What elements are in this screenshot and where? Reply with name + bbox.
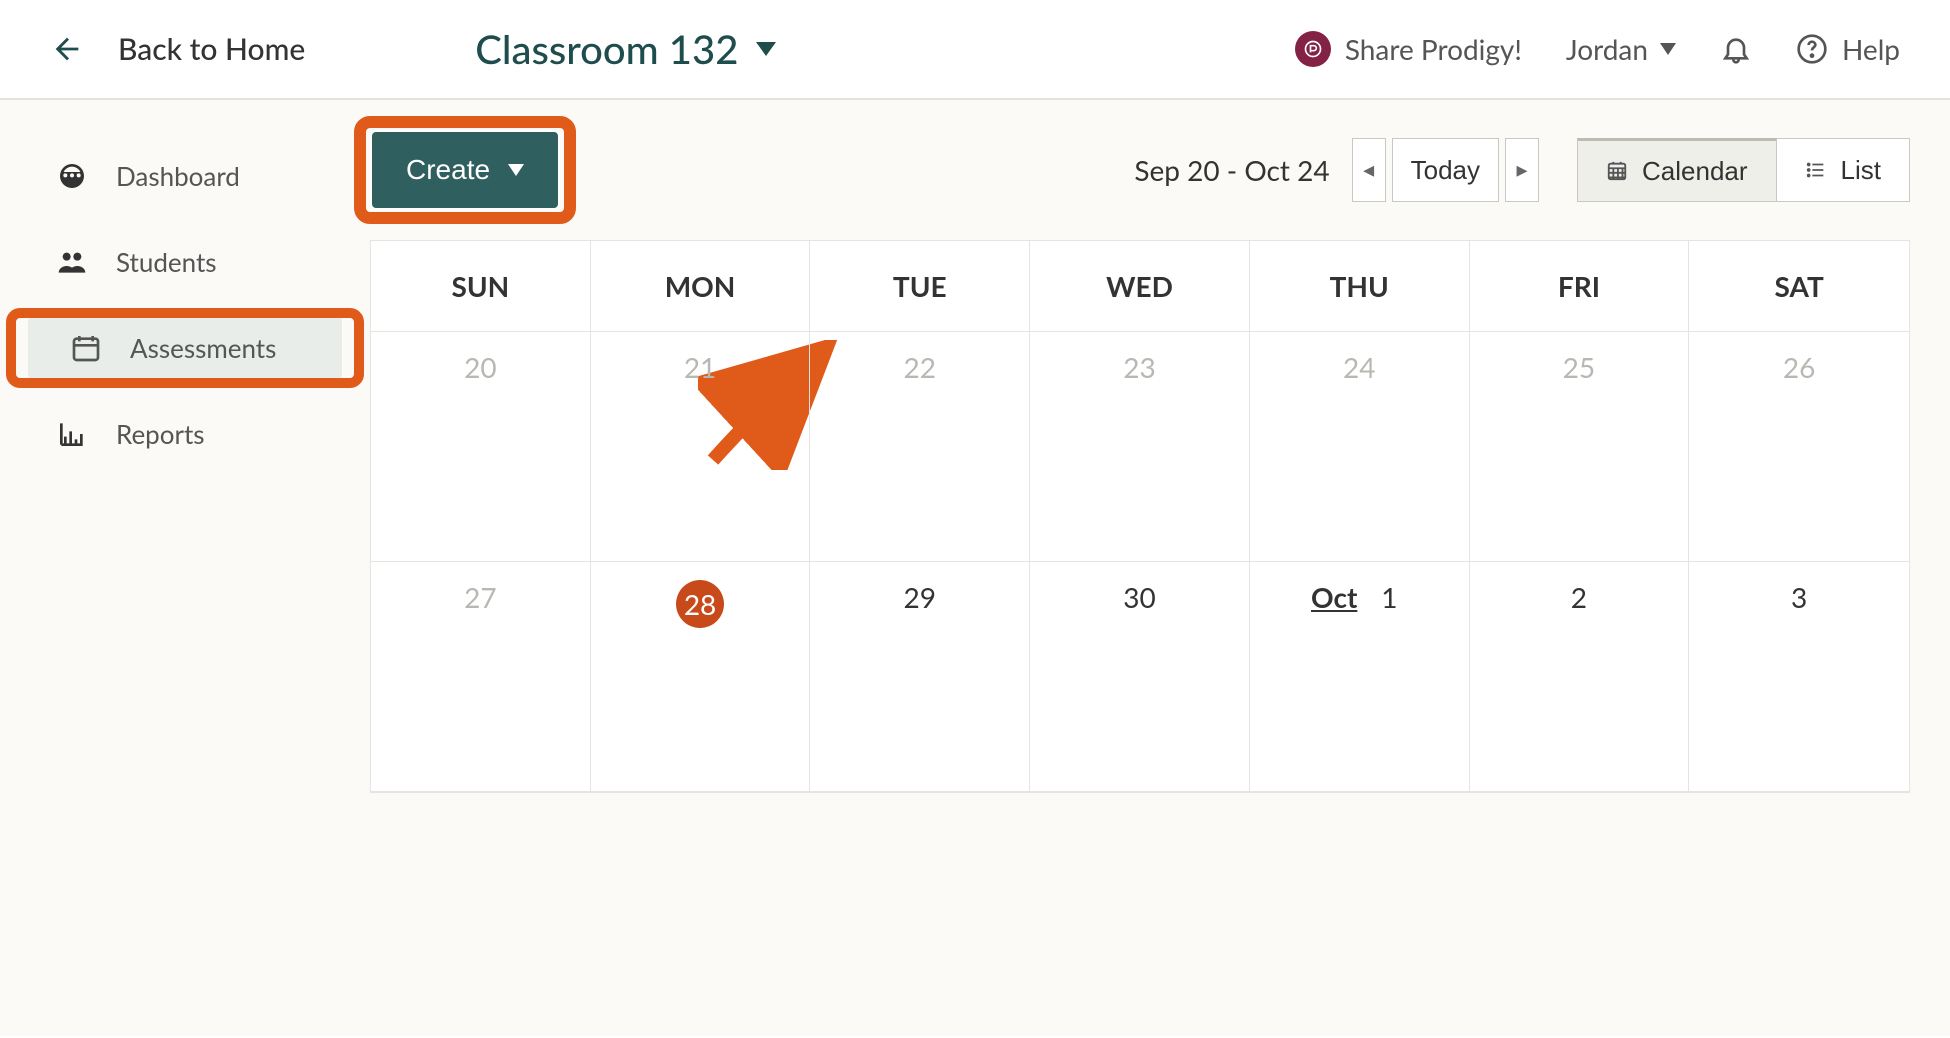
day-number: 24	[1341, 350, 1377, 384]
create-button[interactable]: Create	[370, 130, 560, 210]
sidebar-item-label: Assessments	[130, 332, 276, 364]
calendar-day-cell[interactable]: 25	[1470, 332, 1690, 562]
chevron-left-icon: ◂	[1363, 157, 1374, 183]
view-toggle-group: Calendar List	[1577, 138, 1910, 202]
sidebar-item-students[interactable]: Students	[0, 230, 370, 294]
calendar-day-cell[interactable]: 20	[371, 332, 591, 562]
calendar-day-cell[interactable]: 21	[591, 332, 811, 562]
calendar-day-header: MON	[591, 241, 811, 332]
today-label: Today	[1411, 155, 1480, 186]
calendar-grid-icon	[1606, 160, 1628, 182]
day-number: 22	[902, 350, 938, 384]
day-number: 23	[1121, 350, 1157, 384]
today-button[interactable]: Today	[1392, 138, 1499, 202]
calendar-day-header: WED	[1030, 241, 1250, 332]
date-range-label: Sep 20 - Oct 24	[1134, 153, 1329, 187]
chevron-right-icon: ▸	[1516, 157, 1527, 183]
header-right: Share Prodigy! Jordan Help	[1295, 31, 1900, 67]
day-number: 26	[1781, 350, 1817, 384]
day-number: 30	[1121, 580, 1157, 614]
back-label: Back to Home	[118, 31, 305, 67]
caret-down-icon	[508, 164, 524, 176]
calendar-day-cell[interactable]: 30	[1030, 562, 1250, 792]
date-nav-group: ◂ Today ▸	[1352, 138, 1539, 202]
day-number: 3	[1781, 580, 1817, 614]
reports-icon	[56, 418, 88, 450]
prev-period-button[interactable]: ◂	[1352, 138, 1386, 202]
calendar: SUNMONTUEWEDTHUFRISAT 202122232425262728…	[370, 240, 1910, 793]
calendar-day-header: TUE	[810, 241, 1030, 332]
view-calendar-label: Calendar	[1642, 156, 1748, 187]
view-list-button[interactable]: List	[1777, 138, 1910, 202]
notifications[interactable]	[1720, 33, 1752, 65]
help-icon	[1796, 33, 1828, 65]
month-label: Oct	[1311, 580, 1357, 614]
sidebar: Dashboard Students Assessments Reports	[0, 100, 370, 1036]
share-prodigy[interactable]: Share Prodigy!	[1295, 31, 1522, 67]
calendar-day-cell[interactable]: 29	[810, 562, 1030, 792]
day-number: 29	[902, 580, 938, 614]
app-header: Back to Home Classroom 132 Share Prodigy…	[0, 0, 1950, 100]
sidebar-item-label: Dashboard	[116, 160, 240, 192]
caret-down-icon	[756, 42, 776, 56]
classroom-label: Classroom 132	[475, 25, 738, 73]
toolbar: Create Sep 20 - Oct 24 ◂ Today ▸ Calenda…	[370, 100, 1910, 240]
caret-down-icon	[1660, 43, 1676, 55]
day-number: 20	[462, 350, 498, 384]
content-area: Create Sep 20 - Oct 24 ◂ Today ▸ Calenda…	[370, 100, 1950, 1036]
calendar-day-cell[interactable]: 23	[1030, 332, 1250, 562]
day-number: 21	[682, 350, 718, 384]
list-icon	[1805, 159, 1827, 181]
calendar-day-header: SUN	[371, 241, 591, 332]
view-list-label: List	[1841, 155, 1881, 186]
calendar-day-cell[interactable]: 24	[1250, 332, 1470, 562]
calendar-day-cell[interactable]: 3	[1689, 562, 1909, 792]
sidebar-item-dashboard[interactable]: Dashboard	[0, 144, 370, 208]
day-number: 27	[462, 580, 498, 614]
help-label: Help	[1842, 32, 1900, 66]
dashboard-icon	[56, 160, 88, 192]
main-area: Dashboard Students Assessments Reports C…	[0, 100, 1950, 1036]
students-icon	[56, 246, 88, 278]
share-label: Share Prodigy!	[1345, 32, 1522, 66]
sidebar-item-reports[interactable]: Reports	[0, 402, 370, 466]
arrow-left-icon	[50, 32, 84, 66]
calendar-day-cell[interactable]: 26	[1689, 332, 1909, 562]
calendar-icon	[70, 332, 102, 364]
calendar-day-header: SAT	[1689, 241, 1909, 332]
sidebar-item-assessments[interactable]: Assessments	[28, 316, 342, 380]
bell-icon	[1720, 33, 1752, 65]
calendar-day-cell[interactable]: 22	[810, 332, 1030, 562]
prodigy-logo-icon	[1295, 31, 1331, 67]
calendar-header-row: SUNMONTUEWEDTHUFRISAT	[371, 241, 1909, 332]
create-button-wrap: Create	[370, 130, 560, 210]
user-name: Jordan	[1566, 32, 1648, 66]
calendar-day-header: THU	[1250, 241, 1470, 332]
calendar-day-cell[interactable]: 28	[591, 562, 811, 792]
back-to-home[interactable]: Back to Home	[50, 31, 305, 67]
view-calendar-button[interactable]: Calendar	[1577, 138, 1777, 202]
sidebar-item-assessments-wrap: Assessments	[14, 316, 356, 380]
help-link[interactable]: Help	[1796, 32, 1900, 66]
next-period-button[interactable]: ▸	[1505, 138, 1539, 202]
classroom-selector[interactable]: Classroom 132	[475, 25, 776, 73]
user-menu[interactable]: Jordan	[1566, 32, 1676, 66]
day-number: 2	[1561, 580, 1597, 614]
calendar-day-header: FRI	[1470, 241, 1690, 332]
sidebar-item-label: Reports	[116, 418, 205, 450]
calendar-day-cell[interactable]: 27	[371, 562, 591, 792]
calendar-day-cell[interactable]: 2	[1470, 562, 1690, 792]
day-number: 1	[1371, 580, 1407, 614]
sidebar-item-label: Students	[116, 246, 217, 278]
calendar-day-cell[interactable]: Oct 1	[1250, 562, 1470, 792]
today-badge: 28	[676, 580, 724, 628]
calendar-body: 2021222324252627282930Oct123	[371, 332, 1909, 792]
create-label: Create	[406, 154, 490, 186]
day-number: 25	[1561, 350, 1597, 384]
